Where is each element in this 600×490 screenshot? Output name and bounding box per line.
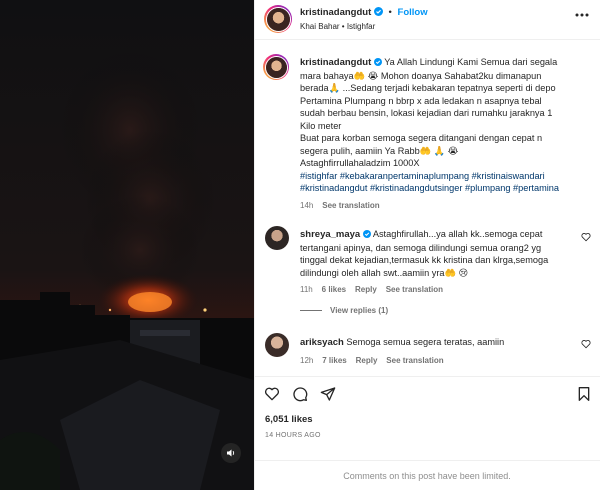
view-replies-button[interactable]: View replies (1) (300, 306, 388, 315)
hashtag-link[interactable]: #plumpang (465, 183, 510, 193)
speaker-icon (227, 449, 235, 457)
bookmark-icon[interactable] (576, 386, 592, 402)
see-translation-link[interactable]: See translation (322, 201, 379, 210)
comment-item: shreya_maya Astaghfirullah...ya allah kk… (300, 228, 590, 297)
separator-dot: • (388, 7, 392, 18)
share-icon[interactable] (320, 386, 336, 402)
comment-text: dilindungi oleh allah swt..aamiin yra🤲 😢 (300, 267, 469, 278)
comment-likes-count[interactable]: 6 likes (322, 285, 346, 294)
comment-time[interactable]: 11h (300, 285, 313, 294)
caption-line: sudah berbau bensin, lokasi kejadian dar… (300, 108, 553, 118)
hashtag-link[interactable]: #kristinadangdutsinger (370, 183, 462, 193)
comment-item: ariksyach Semoga semua segera teratas, a… (300, 336, 590, 367)
caption-line: mara bahaya🤲 😭 Mohon doanya Sahabat2ku d… (300, 70, 542, 81)
caption-author-avatar[interactable] (263, 54, 289, 80)
reply-button[interactable]: Reply (356, 356, 378, 365)
verified-badge-icon (362, 230, 371, 238)
comment-text: Astaghfirullah...ya allah kk..semoga cep… (370, 229, 543, 239)
more-horizontal-icon[interactable] (575, 12, 589, 18)
caption-line: Ya Allah Lindungi Kami Semua dari segala (381, 57, 558, 67)
comment-username[interactable]: shreya_maya (300, 229, 360, 240)
view-replies-label: View replies (1) (330, 306, 389, 315)
post-header: kristinadangdut • Follow Khai Bahar • Is… (255, 0, 600, 40)
caption-meta: 14h See translation (300, 200, 590, 213)
caption-line: segera pulih, aamiin Ya Rabb🤲 🙏 😭 (300, 145, 459, 156)
comment-meta: 11h 6 likes Reply See translation (300, 284, 590, 297)
comments-limited-notice: Comments on this post have been limited. (254, 460, 600, 490)
author-avatar[interactable] (264, 5, 292, 33)
caption-time[interactable]: 14h (300, 201, 313, 210)
hashtag-link[interactable]: #kebakaranpertaminaplumpang (340, 171, 469, 181)
see-translation-link[interactable]: See translation (386, 285, 443, 294)
like-comment-heart-icon[interactable] (581, 232, 591, 242)
commenter-avatar[interactable] (265, 333, 289, 357)
instagram-post-view: kristinadangdut • Follow Khai Bahar • Is… (0, 0, 600, 490)
hashtag-link[interactable]: #kristinadangdut (300, 183, 367, 193)
likes-count[interactable]: 6,051 likes (265, 414, 313, 425)
hashtag-link[interactable]: #istighfar (300, 171, 337, 181)
post-audio-subline[interactable]: Khai Bahar • Istighfar (300, 22, 375, 31)
verified-badge-icon (373, 58, 382, 66)
hashtag-line: #istighfar #kebakaranpertaminaplumpang #… (300, 170, 590, 183)
reply-button[interactable]: Reply (355, 285, 377, 294)
heart-icon[interactable] (264, 386, 280, 402)
comment-text: Semoga semua segera teratas, aamiin (343, 337, 505, 347)
hashtag-link[interactable]: #pertamina (513, 183, 559, 193)
comment-meta: 12h 7 likes Reply See translation (300, 355, 590, 368)
commenter-avatar[interactable] (265, 226, 289, 250)
comment-text: tinggal dekat kejadian,termasuk kk krist… (300, 255, 549, 265)
hashtag-line: #kristinadangdut #kristinadangdutsinger … (300, 182, 590, 195)
see-translation-link[interactable]: See translation (386, 356, 443, 365)
author-username[interactable]: kristinadangdut (300, 7, 371, 18)
caption-line: Astaghfirrullahaladzim 1000X (300, 158, 420, 168)
replies-divider (300, 310, 322, 311)
mute-button[interactable] (221, 443, 241, 463)
caption: kristinadangdut Ya Allah Lindungi Kami S… (300, 56, 590, 212)
verified-badge-icon (373, 7, 383, 16)
caption-username[interactable]: kristinadangdut (300, 57, 371, 68)
hashtag-link[interactable]: #kristinaiswandari (472, 171, 545, 181)
post-date[interactable]: 14 HOURS AGO (265, 432, 321, 439)
like-comment-heart-icon[interactable] (581, 339, 591, 349)
caption-line: Kilo meter (300, 120, 342, 131)
follow-button[interactable]: Follow (398, 7, 428, 18)
comment-username[interactable]: ariksyach (300, 337, 344, 348)
comment-icon[interactable] (292, 386, 308, 402)
caption-line: berada🙏 ...Sedang terjadi kebakaran tepa… (300, 83, 556, 93)
comment-text: tertangani apinya, dan semoga dilindungi… (300, 242, 542, 253)
comment-time[interactable]: 12h (300, 356, 313, 365)
caption-line: Pertamina Plumpang n bbrp x ada ledakan … (300, 95, 542, 106)
caption-line: Buat para korban semoga segera ditangani… (300, 133, 543, 143)
comment-likes-count[interactable]: 7 likes (322, 356, 346, 365)
fire-night-scene (0, 0, 254, 490)
comments-limited-text: Comments on this post have been limited. (343, 470, 511, 481)
post-video[interactable] (0, 0, 254, 490)
